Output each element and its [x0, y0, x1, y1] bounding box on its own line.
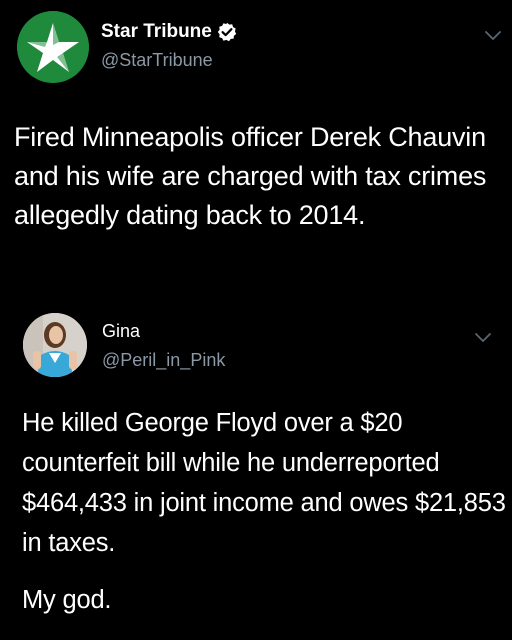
tweet-text: Fired Minneapolis officer Derek Chauvin …	[14, 118, 506, 235]
tweet-paragraph: He killed George Floyd over a $20 counte…	[22, 409, 506, 557]
profile-photo-avatar	[23, 313, 87, 377]
chevron-down-icon[interactable]	[474, 331, 492, 343]
author-display-name[interactable]: Star Tribune	[101, 21, 212, 43]
verified-badge-icon	[217, 22, 237, 42]
star-tribune-avatar[interactable]	[17, 11, 89, 83]
tweet-paragraph: Fired Minneapolis officer Derek Chauvin …	[14, 122, 487, 230]
gina-avatar[interactable]	[23, 313, 87, 377]
author-name-row: Star Tribune	[101, 21, 237, 43]
author-display-name[interactable]: Gina	[102, 320, 140, 342]
tweet-gina-reply[interactable]: Gina @Peril_in_Pink He killed George Flo…	[0, 305, 512, 640]
tweet-text: He killed George Floyd over a $20 counte…	[22, 403, 506, 620]
author-handle[interactable]: @StarTribune	[101, 49, 213, 71]
author-handle[interactable]: @Peril_in_Pink	[102, 349, 225, 371]
star-tribune-logo-icon	[17, 11, 89, 83]
chevron-down-icon[interactable]	[484, 29, 502, 41]
tweet-paragraph: My god.	[22, 586, 112, 614]
tweet-star-tribune[interactable]: Star Tribune @StarTribune Fired Minneapo…	[0, 0, 512, 305]
author-name-row: Gina	[102, 320, 140, 342]
